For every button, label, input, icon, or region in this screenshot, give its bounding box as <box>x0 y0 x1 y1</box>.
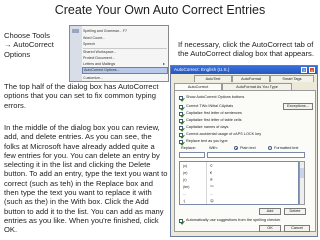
checkbox-label: Correct accidental usage of cAPS LOCK ke… <box>186 132 262 136</box>
option-replace-as-you-type[interactable]: Replace text as you type <box>179 138 228 145</box>
close-icon[interactable]: x <box>309 67 315 73</box>
checkbox-box <box>179 139 183 144</box>
delete-button[interactable]: Delete <box>284 208 306 215</box>
dialog-titlebar: AutoCorrect: English (U.S.) ? x <box>171 66 317 74</box>
formatted-text-option[interactable]: Formatted text <box>265 145 298 151</box>
list-item[interactable]: (e) € <box>180 170 298 176</box>
entries-scrollbar[interactable] <box>299 161 305 205</box>
checkbox-label: Capitalize first letter of table cells <box>186 118 242 122</box>
entries-list[interactable]: (c) © (e) € (r) ® (tm) ™ ... … :( ☹ <box>179 161 299 205</box>
with-input[interactable] <box>207 152 305 158</box>
list-item[interactable]: :( ☹ <box>180 198 298 204</box>
middle-note: In the middle of the dialog box you can … <box>4 123 168 235</box>
choose-tools-text: Choose Tools → AutoCorrect Options <box>4 31 54 59</box>
tab-autoformat-as-you-type[interactable]: AutoFormat As You Type <box>222 83 292 90</box>
show-options-buttons-checkbox[interactable]: Show AutoCorrect Options buttons <box>179 94 244 101</box>
top-part-note: The top half of the dialog box has AutoC… <box>4 82 159 110</box>
radio-button <box>268 146 272 150</box>
ok-button[interactable]: OK <box>259 225 281 232</box>
menu-item-spelling[interactable]: Spelling and Grammar... F7 <box>72 28 127 34</box>
option-capitalize-days[interactable]: Capitalize names of days <box>179 124 228 131</box>
option-two-initial-caps[interactable]: Correct TWo INitial CApitals <box>179 103 233 110</box>
tab-autotext[interactable]: AutoText <box>194 75 232 82</box>
entry-replace: (tm) <box>183 185 190 189</box>
entry-replace: (r) <box>183 178 187 182</box>
list-item[interactable]: (tm) ™ <box>180 184 298 190</box>
dialog-title: AutoCorrect: English (U.S.) <box>174 67 230 72</box>
menu-item-label: Speech <box>83 42 96 46</box>
menu-item-label: AutoCorrect Options... <box>84 68 120 72</box>
tab-row-back: AutoText AutoFormat Smart Tags <box>174 75 316 82</box>
entry-with: € <box>210 171 212 175</box>
menu-item-label: Shared Workspace... <box>83 50 117 54</box>
option-capitalize-sentences[interactable]: Capitalize first letter of sentences <box>179 110 242 117</box>
checkbox-box <box>179 218 183 223</box>
menu-item-label: Protect Document... <box>83 56 115 60</box>
autocorrect-panel: Show AutoCorrect Options buttons Excepti… <box>174 90 316 232</box>
checkbox-label: Capitalize names of days <box>186 125 229 129</box>
radio-label: Plain text <box>240 146 256 150</box>
menu-item-label: Word Count... <box>83 36 106 40</box>
autocorrect-tab-note: If necessary, click the AutoCorrect tab … <box>178 40 314 59</box>
plain-text-option[interactable]: Plain text <box>231 145 256 151</box>
replace-label: Replace: <box>181 146 196 150</box>
checkbox-box <box>179 111 183 116</box>
list-item[interactable]: (c) © <box>180 163 298 169</box>
menu-item-customize[interactable]: Customize... <box>83 75 103 81</box>
entry-replace: (c) <box>183 164 188 168</box>
scrollbar-thumb[interactable] <box>300 168 304 178</box>
checkbox-box <box>179 118 183 123</box>
exceptions-button[interactable]: Exceptions... <box>283 103 313 110</box>
menu-icon-strip <box>70 26 82 81</box>
with-label: With: <box>209 146 218 150</box>
checkbox-box <box>179 104 183 109</box>
menu-item-autocorrect-options[interactable]: AutoCorrect Options... <box>82 67 168 74</box>
checkbox-label: Automatically use suggestions from the s… <box>186 218 281 222</box>
checkbox-label: Replace text as you type <box>186 139 228 143</box>
checkbox-label: Capitalize first letter of sentences <box>186 111 242 115</box>
option-capitalize-table-cells[interactable]: Capitalize first letter of table cells <box>179 117 242 124</box>
entry-with: … <box>210 192 214 196</box>
checkbox-box <box>179 125 183 130</box>
entry-with: ® <box>210 178 213 182</box>
radio-button <box>234 146 238 150</box>
tab-autocorrect[interactable]: AutoCorrect <box>174 83 222 90</box>
help-icon[interactable]: ? <box>301 67 307 73</box>
menu-item-label: Spelling and Grammar... F7 <box>83 29 127 33</box>
radio-label: Formatted text <box>274 146 299 150</box>
autocorrect-dialog: AutoCorrect: English (U.S.) ? x AutoText… <box>170 65 318 237</box>
menu-item-label: Letters and Mailings <box>83 62 116 66</box>
checkbox-label: Show AutoCorrect Options buttons <box>186 95 245 99</box>
entry-with: © <box>210 164 213 168</box>
entry-with: ™ <box>210 185 214 189</box>
checkbox-box <box>179 132 183 137</box>
cancel-button[interactable]: Cancel <box>284 225 310 232</box>
replace-input[interactable] <box>179 152 205 158</box>
spelling-suggestions-checkbox[interactable]: Automatically use suggestions from the s… <box>179 217 280 224</box>
entry-with: ☹ <box>210 199 214 203</box>
list-item[interactable]: (r) ® <box>180 177 298 183</box>
entry-replace: :( <box>183 199 186 203</box>
checkbox-box <box>179 95 183 100</box>
option-caps-lock[interactable]: Correct accidental usage of cAPS LOCK ke… <box>179 131 261 138</box>
entry-replace: ... <box>183 192 186 196</box>
add-button[interactable]: Add <box>259 208 281 215</box>
tab-row-front: AutoCorrect AutoFormat As You Type <box>174 83 316 90</box>
slide-title: Create Your Own Auto Correct Entries <box>54 3 266 17</box>
menu-item-label: Customize... <box>83 76 103 80</box>
checkbox-label: Correct TWo INitial CApitals <box>186 104 234 108</box>
tab-smart-tags[interactable]: Smart Tags <box>270 75 314 82</box>
menu-item-speech[interactable]: Speech <box>83 41 95 47</box>
entry-replace: (e) <box>183 171 188 175</box>
spelling-icon <box>72 29 79 33</box>
tab-autoformat[interactable]: AutoFormat <box>232 75 270 82</box>
list-item[interactable]: ... … <box>180 191 298 197</box>
tools-menu: Spelling and Grammar... F7 Word Count...… <box>69 25 169 82</box>
